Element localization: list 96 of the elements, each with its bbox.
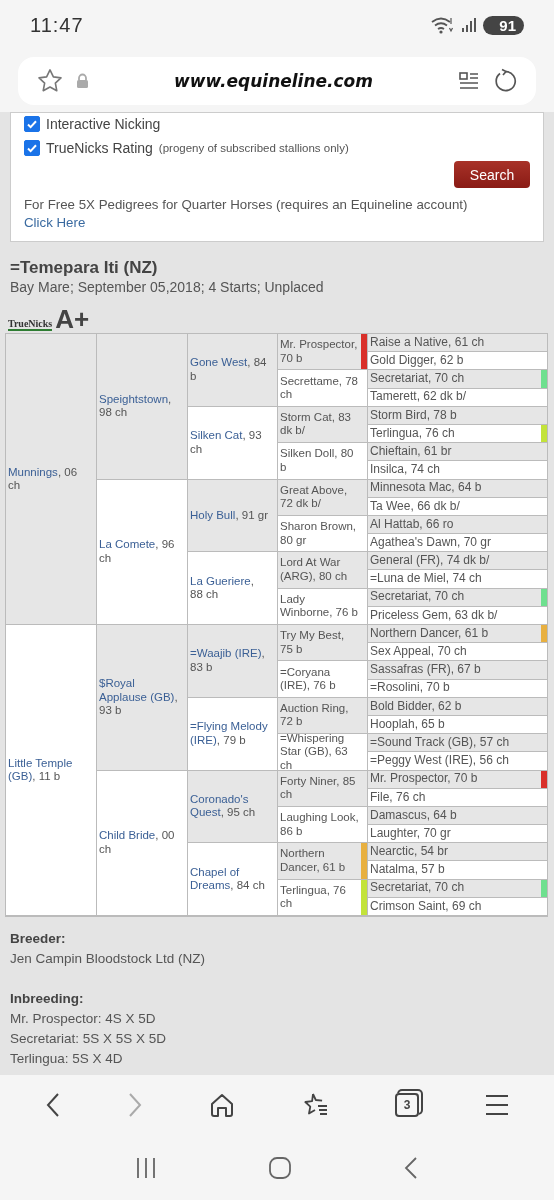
clock-time: 11:47	[30, 13, 84, 37]
click-here-link[interactable]: Click Here	[24, 215, 86, 230]
horse-name: Natalma, 57 b	[370, 863, 446, 877]
horse-name: =Peggy West (IRE), 56 ch	[370, 754, 510, 768]
recent-apps-icon[interactable]	[135, 1156, 158, 1179]
horse-name: Insilca, 74 ch	[370, 463, 442, 477]
inbreeding-label: Inbreeding:	[10, 990, 85, 1008]
battery-indicator: 91	[483, 15, 524, 35]
checkbox[interactable]	[24, 116, 40, 132]
horse-name: Minnesota Mac, 64 b	[370, 481, 483, 495]
horse-name: =Whispering Star (GB), 63 ch	[280, 734, 349, 770]
checkbox[interactable]	[24, 140, 40, 156]
horse-name: Damascus, 64 b	[370, 808, 458, 823]
option-label: TrueNicks Rating	[46, 140, 153, 156]
horse-name: Chieftain, 61 br	[370, 444, 453, 459]
horse-summary: Bay Mare; September 05,2018; 4 Starts; Unplaced	[10, 279, 325, 295]
horse-link[interactable]: Gone West, 84 b	[190, 356, 275, 384]
horse-name: Laughter, 70 gr	[370, 826, 452, 841]
horse-name: Northern Dancer, 61 b	[370, 626, 490, 641]
horse-name: Tamerett, 62 dk b/	[370, 390, 468, 404]
horse-name: Mr. Prospector, 70 b	[280, 338, 359, 366]
inbreeding-line: Terlingua: 5S X 4D	[10, 1050, 124, 1068]
horse-link[interactable]: =Flying Melody (IRE), 79 b	[190, 720, 275, 748]
horse-link[interactable]: Holy Bull, 91 gr	[190, 508, 274, 523]
horse-name: Auction Ring, 72 b	[280, 701, 350, 729]
address-bar[interactable]: www.equineline.com	[18, 57, 536, 105]
horse-name: =Sound Track (GB), 57 ch	[370, 735, 511, 750]
horse-name: Sharon Brown, 80 gr	[280, 520, 358, 548]
breeder-name: Jen Campin Bloodstock Ltd (NZ)	[10, 950, 207, 968]
horse-link[interactable]: Speightstown, 98 ch	[99, 392, 185, 420]
horse-name: Silken Doll, 80 b	[280, 447, 355, 475]
truenicks-logo: TrueNicks	[8, 318, 53, 331]
horse-name: Storm Bird, 78 b	[370, 408, 458, 423]
horse-title: =Temepara Iti (NZ)	[10, 258, 159, 278]
footnote-text: For Free 5X Pedigrees for Quarter Horses (requires an Equineline account) Click Here	[24, 196, 469, 232]
horse-name: Forty Niner, 85 ch	[280, 774, 357, 802]
horse-link[interactable]: La Comete, 96 ch	[99, 538, 185, 566]
horse-name: Terlingua, 76 ch	[370, 426, 456, 441]
horse-name: Secretariat, 70 ch	[370, 372, 466, 386]
rating-grade: A+	[55, 307, 90, 331]
lock-icon	[76, 73, 89, 89]
horse-link[interactable]: =Waajib (IRE), 83 b	[190, 647, 275, 675]
reader-icon[interactable]	[458, 70, 480, 92]
horse-link[interactable]: Coronado's Quest, 95 ch	[190, 792, 275, 820]
horse-link[interactable]: La Gueriere, 88 ch	[190, 574, 275, 602]
horse-name: Secretariat, 70 ch	[370, 881, 466, 895]
horse-name: Lord At War (ARG), 80 ch	[280, 556, 349, 584]
horse-name: Al Hattab, 66 ro	[370, 517, 455, 532]
horse-name: Secrettame, 78 ch	[280, 374, 359, 402]
back-icon[interactable]	[45, 1092, 61, 1118]
horse-link[interactable]: Little Temple (GB), 11 b	[8, 756, 94, 784]
horse-name: Ta Wee, 66 dk b/	[370, 499, 461, 514]
signal-icon	[461, 17, 478, 33]
horse-name: Lady Winborne, 76 b	[280, 592, 359, 620]
horse-name: =Luna de Miel, 74 ch	[370, 572, 483, 586]
horse-name: Storm Cat, 83 dk b/	[280, 410, 352, 438]
horse-name: Sassafras (FR), 67 b	[370, 663, 482, 677]
option-label: Interactive Nicking	[46, 116, 161, 132]
horse-name: Sex Appeal, 70 ch	[370, 645, 468, 659]
checkmark-icon	[26, 118, 38, 130]
home-button-icon[interactable]	[268, 1155, 292, 1180]
horse-name: Laughing Look, 86 b	[280, 811, 360, 839]
horse-name: General (FR), 74 dk b/	[370, 554, 491, 568]
horse-name: Try My Best, 75 b	[280, 629, 346, 657]
checkmark-icon	[26, 142, 38, 154]
inbreeding-line: Secretariat: 5S X 5S X 5D	[10, 1030, 168, 1048]
horse-link[interactable]: Silken Cat, 93 ch	[190, 429, 275, 457]
horse-link[interactable]: Child Bride, 00 ch	[99, 829, 185, 857]
horse-link[interactable]: Munnings, 06 ch	[8, 465, 94, 493]
option-note: (progeny of subscribed stallions only)	[158, 142, 349, 154]
horse-name: Terlingua, 76 ch	[280, 883, 347, 911]
horse-name: Raise a Native, 61 ch	[370, 335, 486, 350]
menu-icon[interactable]	[485, 1094, 509, 1116]
horse-name: =Coryana (IRE), 76 b	[280, 665, 337, 693]
inbreeding-line: Mr. Prospector: 4S X 5D	[10, 1010, 157, 1028]
wifi-icon	[431, 16, 456, 34]
horse-name: Crimson Saint, 69 ch	[370, 899, 483, 914]
horse-name: =Rosolini, 70 b	[370, 681, 451, 695]
back-icon[interactable]	[402, 1155, 419, 1180]
horse-name: Northern Dancer, 61 b	[280, 847, 347, 875]
horse-name: Nearctic, 54 br	[370, 845, 450, 859]
horse-name: Secretariat, 70 ch	[370, 590, 466, 604]
horse-link[interactable]: $Royal Applause (GB), 93 b	[99, 677, 185, 718]
search-button[interactable]: Search	[454, 161, 530, 188]
horse-name: Gold Digger, 62 b	[370, 354, 465, 368]
horse-name: Bold Bidder, 62 b	[370, 699, 463, 714]
horse-name: Priceless Gem, 63 dk b/	[370, 608, 499, 623]
horse-link[interactable]: Chapel of Dreams, 84 ch	[190, 865, 275, 893]
horse-name: Agathea's Dawn, 70 gr	[370, 535, 493, 550]
home-icon[interactable]	[209, 1092, 235, 1118]
horse-name: Mr. Prospector, 70 b	[370, 772, 479, 786]
horse-name: Great Above, 72 dk b/	[280, 483, 349, 511]
horse-name: Hooplah, 65 b	[370, 717, 446, 732]
horse-name: File, 76 ch	[370, 790, 427, 805]
breeder-label: Breeder:	[10, 930, 67, 948]
reload-icon[interactable]	[492, 68, 518, 94]
